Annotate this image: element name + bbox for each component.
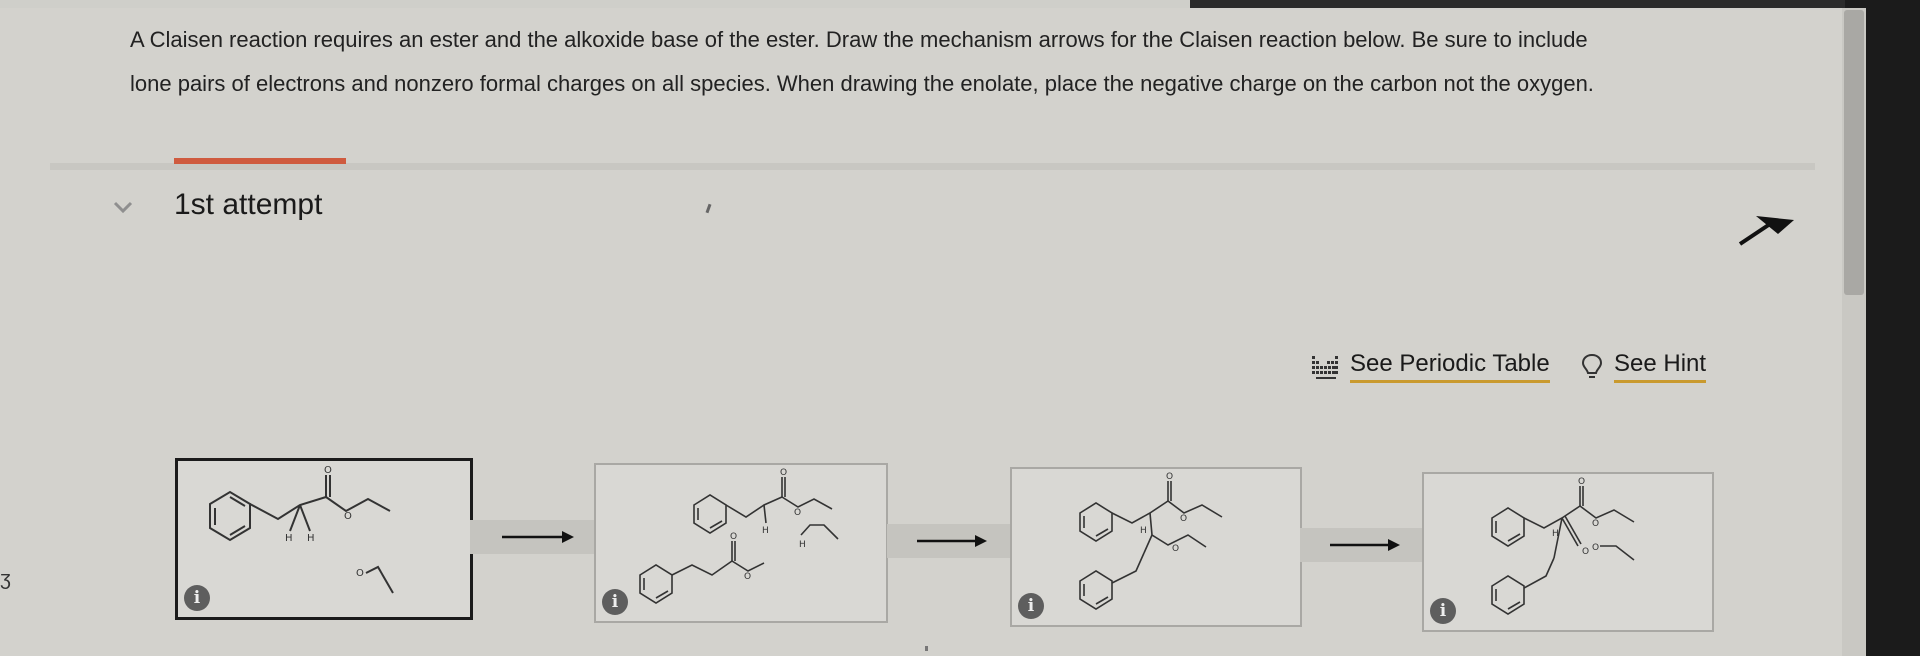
mechanism-step-3[interactable]: O O H O i xyxy=(1010,467,1302,627)
see-hint-label[interactable]: See Hint xyxy=(1614,350,1707,383)
lightbulb-icon xyxy=(1581,353,1603,378)
see-periodic-table-label[interactable]: See Periodic Table xyxy=(1350,350,1550,383)
atom-label: O xyxy=(744,572,751,582)
atom-label: O xyxy=(344,511,352,522)
atom-label: H xyxy=(307,533,315,544)
top-bar xyxy=(0,0,1845,8)
mechanism-step-4[interactable]: O O H O O i xyxy=(1422,472,1714,632)
atom-label: O xyxy=(324,465,332,476)
attempt-title[interactable]: 1st attempt xyxy=(174,188,322,222)
reaction-arrow-band xyxy=(1300,528,1424,562)
question-instructions: A Claisen reaction requires an ester and… xyxy=(130,18,1770,106)
atom-label: O xyxy=(1582,547,1589,557)
atom-label: H xyxy=(1140,526,1147,536)
see-periodic-table-link[interactable]: See Periodic Table xyxy=(1310,350,1550,383)
atom-label: O xyxy=(1592,543,1599,553)
step-4-structure: O O H O O xyxy=(1491,477,1635,615)
step-3-structure: O O H O xyxy=(1079,472,1223,610)
stray-mark xyxy=(705,203,712,214)
periodic-table-icon xyxy=(1312,355,1338,379)
atom-label: O xyxy=(1592,519,1599,529)
mechanism-step-2[interactable]: O H O O O H i xyxy=(594,463,888,623)
instructions-line-2: lone pairs of electrons and nonzero form… xyxy=(130,71,1594,96)
chevron-down-icon[interactable] xyxy=(112,196,134,218)
reaction-arrow-band xyxy=(470,520,600,554)
atom-label: H xyxy=(762,526,769,536)
atom-label: O xyxy=(730,532,737,542)
instructions-line-1: A Claisen reaction requires an ester and… xyxy=(130,27,1588,52)
reaction-arrow-icon xyxy=(1330,539,1400,551)
atom-label: O xyxy=(1166,472,1173,482)
scrollbar-thumb[interactable] xyxy=(1844,10,1864,295)
atom-label: H xyxy=(799,540,806,550)
reaction-arrow-icon xyxy=(502,531,574,543)
atom-label: O xyxy=(1578,477,1585,487)
atom-label: H xyxy=(1552,529,1559,539)
atom-label: O xyxy=(1172,544,1179,554)
pin-icon[interactable] xyxy=(1736,204,1798,246)
atom-label: H xyxy=(285,533,293,544)
info-icon[interactable]: i xyxy=(1430,598,1456,624)
left-edge-glyph: ʒ xyxy=(0,568,11,590)
section-divider xyxy=(50,163,1815,170)
atom-label: O xyxy=(780,468,787,478)
step-1-structure: O O H H O xyxy=(209,465,394,594)
see-hint-link[interactable]: See Hint xyxy=(1580,350,1707,383)
info-icon[interactable]: i xyxy=(1018,593,1044,619)
info-icon[interactable]: i xyxy=(184,585,210,611)
section-divider-accent xyxy=(174,158,346,164)
atom-label: O xyxy=(1180,514,1187,524)
mechanism-step-1[interactable]: O O H H O i xyxy=(175,458,473,620)
atom-label: O xyxy=(356,568,364,579)
info-icon[interactable]: i xyxy=(602,589,628,615)
step-2-structure: O H O O O H xyxy=(639,468,839,604)
reaction-arrow-band xyxy=(887,524,1013,558)
stray-dot xyxy=(925,646,928,651)
atom-label: O xyxy=(794,508,801,518)
reaction-arrow-icon xyxy=(917,535,987,547)
